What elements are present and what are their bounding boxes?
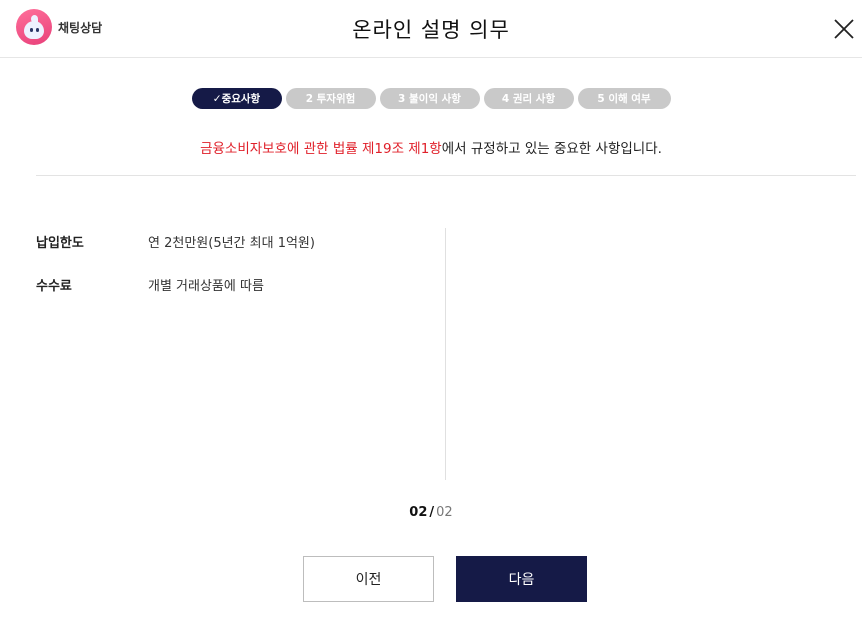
step-investment-risk[interactable]: 2 투자위험 — [285, 88, 376, 109]
page-title: 온라인 설명 의무 — [352, 18, 510, 42]
step-rights[interactable]: 4 권리 사항 — [483, 88, 574, 109]
info-key: 납입한도 — [36, 236, 84, 251]
legal-notice: 금융소비자보호에 관한 법률 제19조 제1항에서 규정하고 있는 중요한 사항… — [0, 137, 862, 157]
close-button[interactable] — [832, 17, 856, 41]
page-separator: / — [429, 505, 435, 520]
current-page: 02 — [409, 505, 428, 520]
total-pages: 02 — [436, 505, 453, 520]
step-disadvantages[interactable]: 3 불이익 사항 — [379, 88, 480, 109]
prev-button[interactable]: 이전 — [303, 556, 434, 602]
step-important-matters[interactable]: ✓중요사항 — [191, 88, 282, 109]
step-indicator: ✓중요사항 2 투자위험 3 불이익 사항 4 권리 사항 5 이해 여부 — [0, 88, 862, 109]
next-button[interactable]: 다음 — [456, 556, 587, 602]
info-value: 연 2천만원(5년간 최대 1억원) — [148, 236, 315, 251]
header: 채팅상담 온라인 설명 의무 — [0, 0, 862, 58]
info-row-fee: 수수료 개별 거래상품에 따름 — [36, 275, 436, 318]
step-understanding[interactable]: 5 이해 여부 — [577, 88, 671, 109]
info-table: 납입한도 연 2천만원(5년간 최대 1억원) 수수료 개별 거래상품에 따름 — [36, 232, 436, 318]
column-divider — [445, 228, 446, 480]
info-value: 개별 거래상품에 따름 — [148, 279, 264, 294]
divider — [36, 175, 856, 176]
info-row-payment-limit: 납입한도 연 2천만원(5년간 최대 1억원) — [36, 232, 436, 275]
info-key: 수수료 — [36, 279, 72, 294]
page-indicator: 02/02 — [0, 505, 862, 520]
legal-notice-text: 에서 규정하고 있는 중요한 사항입니다. — [441, 141, 662, 157]
legal-notice-highlight: 금융소비자보호에 관한 법률 제19조 제1항 — [200, 141, 442, 157]
close-icon — [834, 19, 854, 39]
